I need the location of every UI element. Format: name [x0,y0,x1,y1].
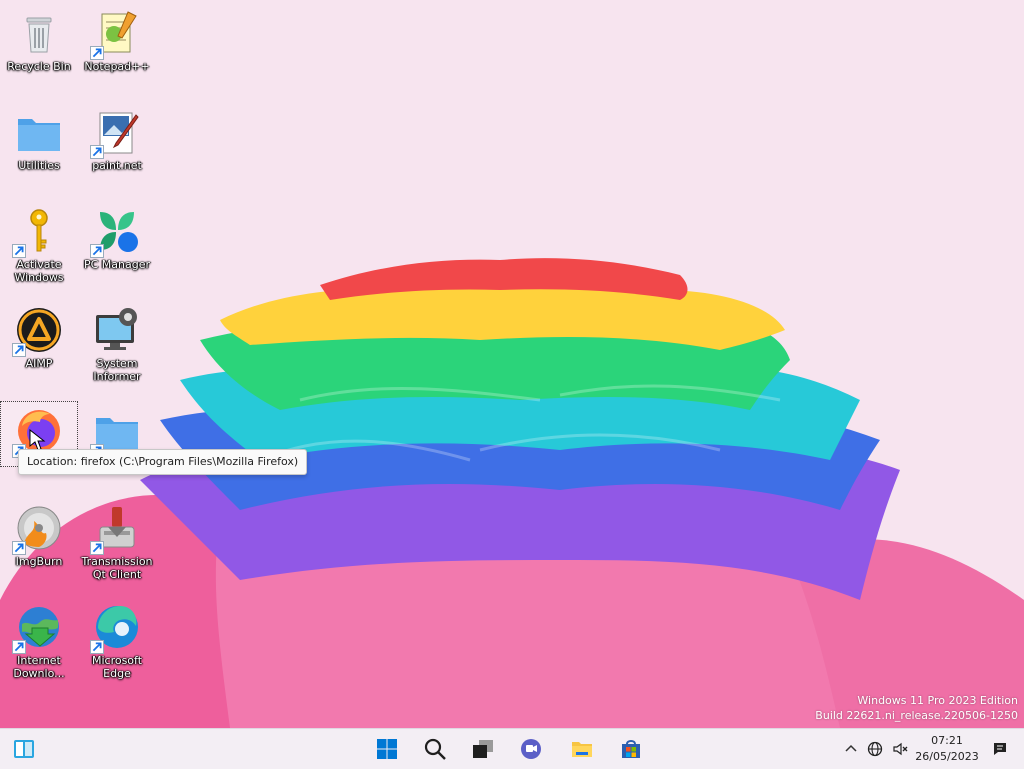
task-view-button[interactable] [467,733,499,765]
windows-edition-watermark: Windows 11 Pro 2023 Edition Build 22621.… [815,693,1018,723]
file-explorer-button[interactable] [566,733,598,765]
globe-icon [867,741,883,757]
watermark-edition: Windows 11 Pro 2023 Edition [857,694,1018,707]
desktop-icon-activate-windows[interactable]: Activate Windows [1,202,77,292]
desktop-icon-imgburn[interactable]: ImgBurn [1,499,77,589]
recycle-bin-icon [26,17,52,53]
clock-date: 26/05/2023 [915,750,979,763]
chevron-up-icon [845,744,857,752]
desktop-icon-aimp[interactable]: AIMP [1,301,77,391]
widgets-icon [14,740,34,758]
taskbar: 07:21 26/05/2023 [0,728,1024,769]
desktop-icon-label: System Informer [93,357,141,383]
desktop-icon-label: Recycle Bin [7,60,71,73]
desktop-icon-notepad-plus-plus[interactable]: Notepad++ [79,4,155,94]
widgets-button[interactable] [8,733,40,765]
desktop-icon-internet-download-manager[interactable]: Internet Downlo... [1,598,77,688]
desktop-icon-system-informer[interactable]: System Informer [79,301,155,391]
system-clock[interactable]: 07:21 26/05/2023 [912,733,982,765]
desktop-icon-recycle-bin[interactable]: Recycle Bin [1,4,77,94]
notification-icon [994,743,1006,755]
shortcut-arrow-icon [12,343,26,357]
notifications-button[interactable] [990,737,1010,761]
file-explorer-icon [572,742,592,757]
show-hidden-icons-button[interactable] [841,737,861,761]
shortcut-arrow-icon [90,640,104,654]
desktop-icon-label: Utilities [18,159,60,172]
shortcut-arrow-icon [90,46,104,60]
desktop-icon-pc-manager[interactable]: PC Manager [79,202,155,292]
windows-logo-icon [377,739,397,759]
task-view-icon [473,740,493,758]
shortcut-arrow-icon [12,541,26,555]
desktop-icon-utilities[interactable]: Utilities [1,103,77,193]
chat-button[interactable] [515,733,547,765]
search-button[interactable] [419,733,451,765]
shortcut-arrow-icon [12,640,26,654]
microsoft-store-icon [622,740,640,758]
volume-button[interactable] [890,737,910,761]
microsoft-store-button[interactable] [615,733,647,765]
desktop-icon-paint-net[interactable]: paint.net [79,103,155,193]
system-informer-icon [96,308,137,350]
start-button[interactable] [371,733,403,765]
folder-icon [18,119,60,151]
shortcut-arrow-icon [90,244,104,258]
network-button[interactable] [865,737,885,761]
desktop-icon-transmission[interactable]: Transmission Qt Client [79,499,155,589]
teams-chat-icon [521,739,541,759]
watermark-build: Build 22621.ni_release.220506-1250 [815,709,1018,722]
desktop-icon-microsoft-edge[interactable]: Microsoft Edge [79,598,155,688]
shortcut-arrow-icon [90,541,104,555]
location-tooltip: Location: firefox (C:\Program Files\Mozi… [18,449,308,475]
desktop-icon-folder[interactable] [79,402,155,458]
volume-muted-icon [893,742,908,756]
clock-time: 07:21 [931,734,963,747]
shortcut-arrow-icon [12,244,26,258]
shortcut-arrow-icon [90,145,104,159]
search-icon [424,738,446,760]
